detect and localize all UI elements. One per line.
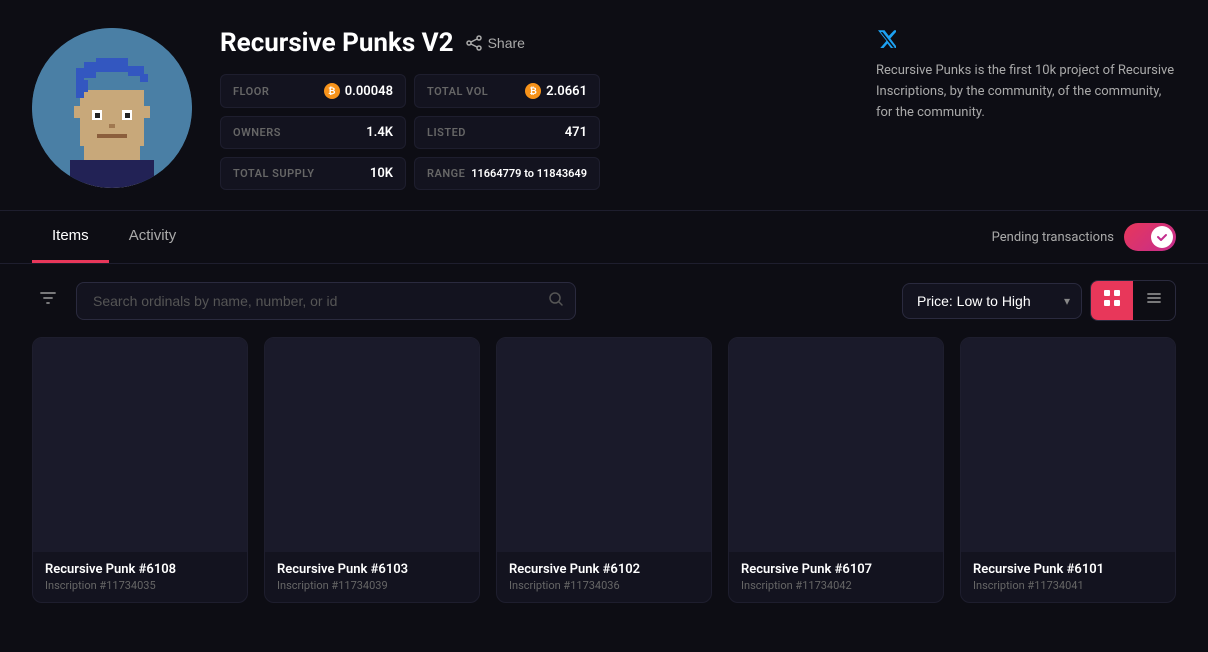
item-card[interactable]: Recursive Punk #6103 Inscription #117340… bbox=[264, 337, 480, 603]
stats-grid: FLOOR ₿ 0.00048 TOTAL VOL ₿ 2.0661 OWNER… bbox=[220, 74, 600, 190]
items-grid: Recursive Punk #6108 Inscription #117340… bbox=[0, 337, 1208, 627]
collection-title: Recursive Punks V2 bbox=[220, 28, 454, 58]
pending-transactions-row: Pending transactions bbox=[992, 223, 1176, 251]
toggle-check-icon bbox=[1156, 231, 1168, 243]
tabs: Items Activity bbox=[32, 211, 196, 263]
list-icon bbox=[1145, 289, 1163, 307]
sort-wrap: Price: Low to High Price: High to Low Re… bbox=[902, 280, 1176, 321]
grid-view-button[interactable] bbox=[1091, 281, 1133, 320]
floor-value: ₿ 0.00048 bbox=[324, 83, 393, 99]
stat-owners: OWNERS 1.4K bbox=[220, 116, 406, 149]
collection-avatar bbox=[32, 28, 192, 188]
sort-select[interactable]: Price: Low to High Price: High to Low Re… bbox=[902, 283, 1082, 319]
tab-items[interactable]: Items bbox=[32, 211, 109, 263]
item-card-name: Recursive Punk #6101 bbox=[973, 562, 1163, 577]
pending-toggle[interactable] bbox=[1124, 223, 1176, 251]
filter-button[interactable] bbox=[32, 282, 64, 319]
item-card-name: Recursive Punk #6103 bbox=[277, 562, 467, 577]
stat-listed: LISTED 471 bbox=[414, 116, 600, 149]
search-icon bbox=[548, 291, 564, 311]
item-card[interactable]: Recursive Punk #6102 Inscription #117340… bbox=[496, 337, 712, 603]
grid-icon bbox=[1103, 289, 1121, 307]
share-icon bbox=[466, 35, 482, 51]
search-bar: Price: Low to High Price: High to Low Re… bbox=[0, 264, 1208, 337]
stat-total-supply: TOTAL SUPPLY 10K bbox=[220, 157, 406, 190]
search-input-wrap bbox=[76, 282, 576, 320]
item-card-info: Recursive Punk #6103 Inscription #117340… bbox=[265, 552, 479, 602]
item-card-info: Recursive Punk #6102 Inscription #117340… bbox=[497, 552, 711, 602]
view-toggle bbox=[1090, 280, 1176, 321]
item-card-info: Recursive Punk #6107 Inscription #117340… bbox=[729, 552, 943, 602]
collection-header: Recursive Punks V2 Share FLOOR ₿ 0.00048 bbox=[0, 0, 1208, 211]
toggle-knob bbox=[1151, 226, 1173, 248]
total-vol-value: ₿ 2.0661 bbox=[525, 83, 587, 99]
item-card-image bbox=[497, 338, 711, 552]
item-card-name: Recursive Punk #6107 bbox=[741, 562, 931, 577]
item-card-inscription: Inscription #11734036 bbox=[509, 579, 699, 592]
filter-icon bbox=[38, 288, 58, 308]
btc-icon-vol: ₿ bbox=[525, 83, 541, 99]
item-card[interactable]: Recursive Punk #6108 Inscription #117340… bbox=[32, 337, 248, 603]
collection-description: Recursive Punks is the first 10k project… bbox=[836, 28, 1176, 123]
sort-select-wrap: Price: Low to High Price: High to Low Re… bbox=[902, 283, 1082, 319]
item-card-name: Recursive Punk #6102 bbox=[509, 562, 699, 577]
stat-total-vol: TOTAL VOL ₿ 2.0661 bbox=[414, 74, 600, 108]
item-card-inscription: Inscription #11734041 bbox=[973, 579, 1163, 592]
twitter-icon[interactable] bbox=[876, 28, 1176, 53]
item-card[interactable]: Recursive Punk #6101 Inscription #117340… bbox=[960, 337, 1176, 603]
item-card-image bbox=[961, 338, 1175, 552]
btc-icon-floor: ₿ bbox=[324, 83, 340, 99]
description-text: Recursive Punks is the first 10k project… bbox=[876, 61, 1176, 123]
item-card-info: Recursive Punk #6108 Inscription #117340… bbox=[33, 552, 247, 602]
stat-range: RANGE 11664779 to 11843649 bbox=[414, 157, 600, 190]
search-input[interactable] bbox=[76, 282, 576, 320]
item-card-name: Recursive Punk #6108 bbox=[45, 562, 235, 577]
avatar-image bbox=[32, 28, 192, 188]
item-card-info: Recursive Punk #6101 Inscription #117340… bbox=[961, 552, 1175, 602]
item-card[interactable]: Recursive Punk #6107 Inscription #117340… bbox=[728, 337, 944, 603]
tab-activity[interactable]: Activity bbox=[109, 211, 197, 263]
title-row: Recursive Punks V2 Share bbox=[220, 28, 808, 58]
item-card-inscription: Inscription #11734039 bbox=[277, 579, 467, 592]
item-card-inscription: Inscription #11734035 bbox=[45, 579, 235, 592]
pending-label: Pending transactions bbox=[992, 230, 1114, 245]
item-card-image bbox=[33, 338, 247, 552]
list-view-button[interactable] bbox=[1133, 281, 1175, 320]
tabs-row: Items Activity Pending transactions bbox=[0, 211, 1208, 264]
item-card-image bbox=[729, 338, 943, 552]
collection-info: Recursive Punks V2 Share FLOOR ₿ 0.00048 bbox=[220, 28, 808, 190]
item-card-inscription: Inscription #11734042 bbox=[741, 579, 931, 592]
stat-floor: FLOOR ₿ 0.00048 bbox=[220, 74, 406, 108]
item-card-image bbox=[265, 338, 479, 552]
share-button[interactable]: Share bbox=[466, 35, 525, 51]
